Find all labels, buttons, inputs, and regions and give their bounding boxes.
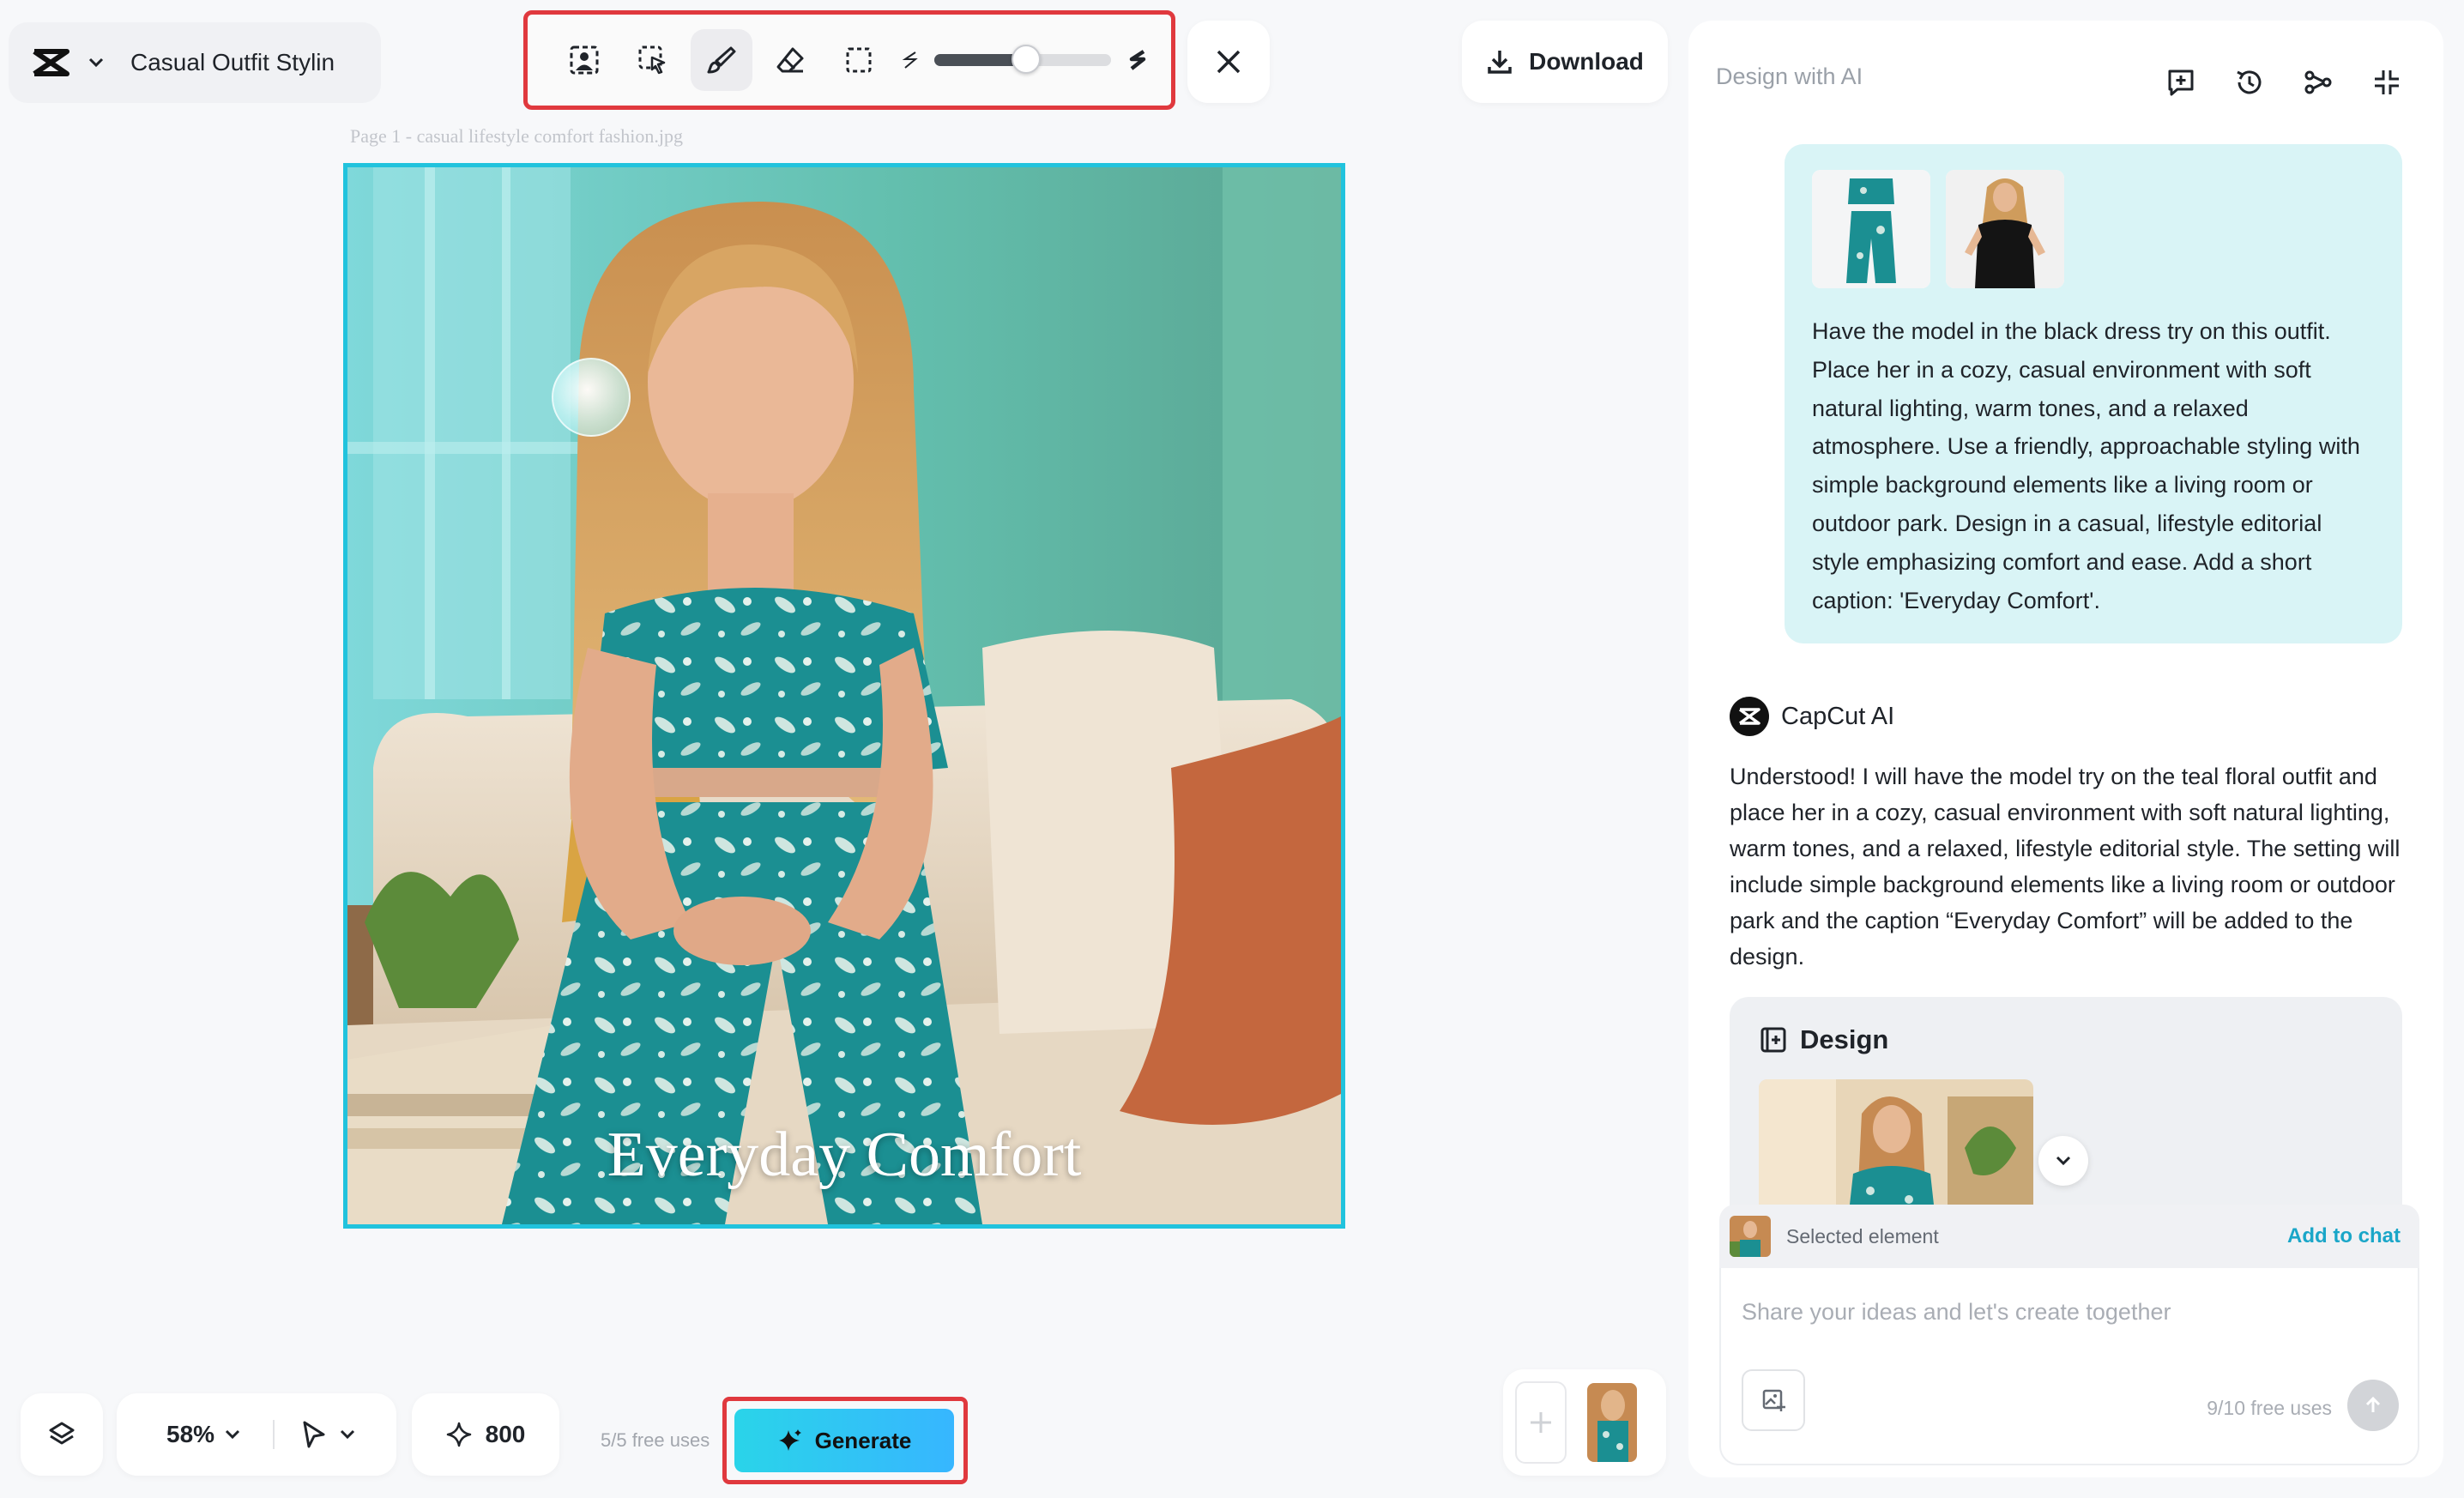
ai-header: CapCut AI [1730,697,1894,736]
add-page-button[interactable] [1515,1381,1567,1464]
panel-actions [2157,41,2411,124]
design-header: Design [1759,1024,2373,1055]
generated-photo [347,167,1341,1224]
share-icon[interactable] [2294,41,2342,124]
pointer-tool-icon[interactable] [300,1420,328,1449]
add-to-chat-button[interactable]: Add to chat [2287,1224,2401,1248]
reference-image-outfit[interactable] [1812,170,1930,288]
design-canvas[interactable]: Everyday Comfort [343,163,1345,1229]
edit-toolbar [523,10,1175,110]
attach-image-button[interactable] [1742,1369,1805,1431]
zoom-level[interactable]: 58% [166,1421,214,1448]
download-icon [1486,48,1513,76]
subject-select-icon[interactable] [553,29,615,91]
chat-input[interactable]: Share your ideas and let's create togeth… [1719,1268,2419,1465]
close-toolbar-button[interactable] [1187,21,1270,103]
sparkle-icon [446,1422,472,1447]
user-message: Have the model in the black dress try on… [1785,144,2402,643]
layers-icon [47,1420,76,1449]
reference-images [1812,170,2375,288]
rect-select-icon[interactable] [828,29,890,91]
chevron-down-icon[interactable] [225,1429,240,1440]
selected-element-bar: Selected element Add to chat [1719,1205,2419,1268]
project-menu[interactable]: Casual Outfit Stylin [9,22,381,103]
generate-label: Generate [814,1427,912,1453]
design-label: Design [1800,1024,1889,1054]
close-icon [1214,47,1243,76]
sparkle-icon [777,1428,803,1453]
user-message-text: Have the model in the black dress try on… [1812,318,2360,613]
capcut-ai-avatar-icon [1730,697,1769,736]
layers-button[interactable] [21,1393,103,1476]
chevron-down-icon [2055,1155,2072,1167]
generate-button[interactable]: Generate [734,1409,954,1472]
canvas-caption[interactable]: Everyday Comfort [347,1119,1341,1192]
thin-brush-icon [900,49,922,71]
ai-panel: Design with AI Have the model in the bla… [1688,21,2443,1477]
image-add-icon [1760,1387,1786,1413]
plus-icon [1528,1410,1554,1435]
new-chat-icon[interactable] [2157,41,2205,124]
download-button[interactable]: Download [1462,21,1668,103]
expand-design-button[interactable] [2038,1136,2088,1186]
design-thumbnail[interactable] [1759,1079,2033,1220]
panel-title: Design with AI [1716,63,1863,89]
brush-cursor [552,358,631,437]
zoom-controls: 58% [117,1393,396,1476]
chevron-down-icon[interactable] [88,57,105,69]
arrow-up-icon [2363,1395,2383,1416]
send-button[interactable] [2347,1380,2399,1431]
divider [273,1420,275,1449]
capcut-logo-icon [31,48,70,77]
collapse-icon[interactable] [2363,41,2411,124]
free-uses-label: 5/5 free uses [601,1429,710,1451]
download-label: Download [1529,48,1644,75]
page-thumbnails [1503,1369,1666,1476]
design-icon [1759,1025,1788,1054]
selected-element-thumbnail [1730,1216,1771,1257]
history-icon[interactable] [2225,41,2274,124]
ai-name: CapCut AI [1781,702,1895,730]
thick-brush-icon [1126,48,1150,72]
ai-message-text: Understood! I will have the model try on… [1730,764,2401,969]
eraser-icon[interactable] [759,29,821,91]
brush-icon[interactable] [691,29,752,91]
credits-count: 800 [485,1421,526,1447]
selected-element-label: Selected element [1786,1224,1939,1247]
brush-size-slider[interactable] [934,45,1111,74]
page-label: Page 1 - casual lifestyle comfort fashio… [350,125,683,147]
reference-image-model[interactable] [1946,170,2064,288]
slider-knob[interactable] [1012,45,1042,74]
chat-free-uses: 9/10 free uses [2207,1397,2332,1419]
page-thumbnail[interactable] [1587,1383,1637,1462]
chevron-down-icon[interactable] [340,1429,355,1440]
chat-input-placeholder[interactable]: Share your ideas and let's create togeth… [1742,1299,2171,1326]
project-title[interactable]: Casual Outfit Stylin [130,49,335,76]
credits-button[interactable]: 800 [412,1393,559,1476]
pointer-select-icon[interactable] [622,29,684,91]
